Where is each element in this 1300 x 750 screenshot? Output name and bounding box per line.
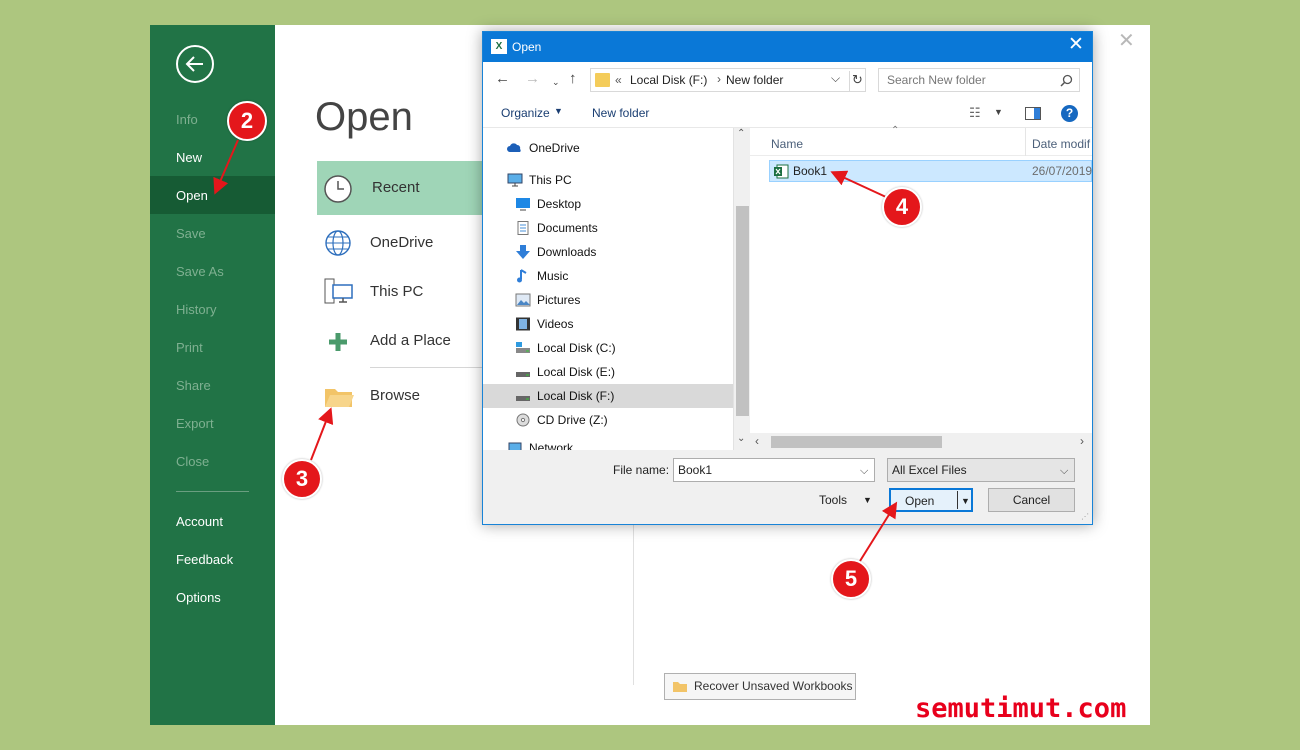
arrow-to-browse (310, 407, 334, 461)
arrow-to-open-button (859, 501, 898, 562)
callout-step-4: 4 (882, 187, 922, 227)
arrow-to-book1 (830, 170, 887, 198)
callout-step-2: 2 (227, 101, 267, 141)
callout-step-3: 3 (282, 459, 322, 499)
callout-arrows (213, 139, 898, 562)
callout-step-5: 5 (831, 559, 871, 599)
arrow-to-open (213, 139, 239, 195)
